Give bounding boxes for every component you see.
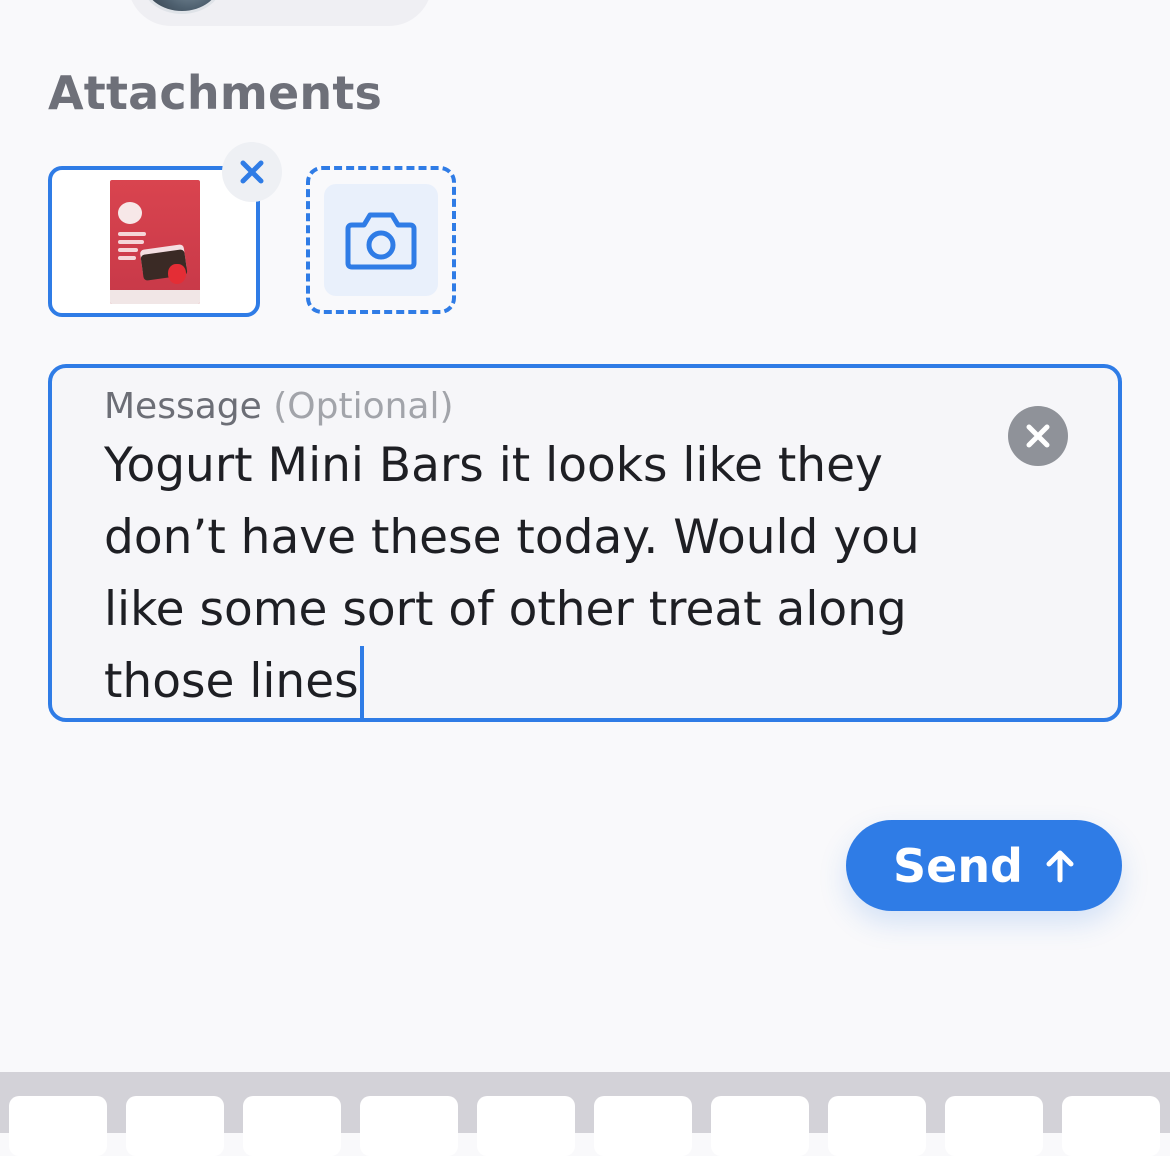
message-label: Message (Optional) xyxy=(104,386,454,427)
keyboard-key[interactable] xyxy=(243,1096,341,1156)
keyboard-key[interactable] xyxy=(126,1096,224,1156)
keyboard xyxy=(0,1072,1170,1156)
close-circle-icon xyxy=(1026,424,1050,448)
message-label-optional: (Optional) xyxy=(273,386,454,427)
send-button[interactable]: Send xyxy=(846,820,1122,911)
message-label-text: Message xyxy=(104,386,262,427)
camera-icon xyxy=(345,212,417,270)
keyboard-key[interactable] xyxy=(945,1096,1043,1156)
message-field[interactable]: Message (Optional) Yogurt Mini Bars it l… xyxy=(48,364,1122,722)
attachments-title: Attachments xyxy=(48,66,383,120)
add-photo-button[interactable] xyxy=(306,166,456,314)
remove-attachment-button[interactable] xyxy=(222,142,282,202)
keyboard-key[interactable] xyxy=(594,1096,692,1156)
keyboard-key[interactable] xyxy=(360,1096,458,1156)
message-input[interactable]: Yogurt Mini Bars it looks like they don’… xyxy=(104,430,1004,718)
product-image xyxy=(110,180,200,304)
text-caret xyxy=(359,646,364,718)
send-label: Send xyxy=(892,838,1023,893)
clear-message-button[interactable] xyxy=(1008,406,1068,466)
message-text: Yogurt Mini Bars it looks like they don’… xyxy=(104,438,920,709)
close-icon xyxy=(240,160,264,184)
keyboard-key[interactable] xyxy=(1062,1096,1160,1156)
keyboard-key[interactable] xyxy=(477,1096,575,1156)
arrow-up-icon xyxy=(1046,850,1074,882)
keyboard-key[interactable] xyxy=(828,1096,926,1156)
keyboard-key[interactable] xyxy=(711,1096,809,1156)
keyboard-key[interactable] xyxy=(9,1096,107,1156)
